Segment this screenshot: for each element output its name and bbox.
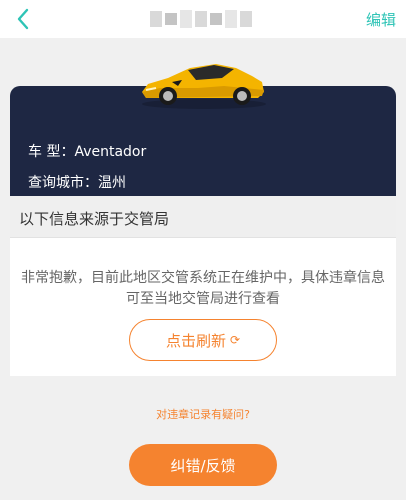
car-model-row: 车 型：Aventador [28,141,146,161]
query-city-row: 查询城市：温州 [28,172,126,192]
blurred-title-block [150,11,162,27]
car-model-value: Aventador [74,144,147,160]
back-button[interactable] [12,7,34,31]
feedback-button[interactable]: 纠错/反馈 [129,444,277,486]
edit-button[interactable]: 编辑 [366,9,396,30]
top-nav-bar: 编辑 [0,0,406,38]
blurred-title-block [210,13,222,25]
refresh-button[interactable]: 点击刷新 ⟳ [129,319,277,361]
blurred-title-block [165,13,177,25]
refresh-button-label: 点击刷新 [165,331,226,350]
query-city-value: 温州 [98,175,126,191]
maintenance-message: 非常抱歉，目前此地区交管系统正在维护中，具体违章信息可至当地交管局进行查看 [21,270,385,307]
info-source-title: 以下信息来源于交管局 [19,210,170,228]
chevron-left-icon [17,8,29,30]
blurred-title-block [225,10,237,28]
blurred-title-block [240,11,252,27]
car-image [142,64,266,109]
info-source-header: 以下信息来源于交管局 [10,196,396,238]
violation-info-panel: 以下信息来源于交管局 非常抱歉，目前此地区交管系统正在维护中，具体违章信息可至当… [10,196,396,376]
blurred-title-block [180,10,192,28]
page-title-blurred [150,8,254,30]
record-question-link[interactable]: 对违章记录有疑问? [0,406,406,422]
refresh-icon: ⟳ [229,333,241,347]
blurred-title-block [195,11,207,27]
query-city-label: 查询城市： [28,175,98,191]
car-model-label: 车 型： [28,144,75,160]
